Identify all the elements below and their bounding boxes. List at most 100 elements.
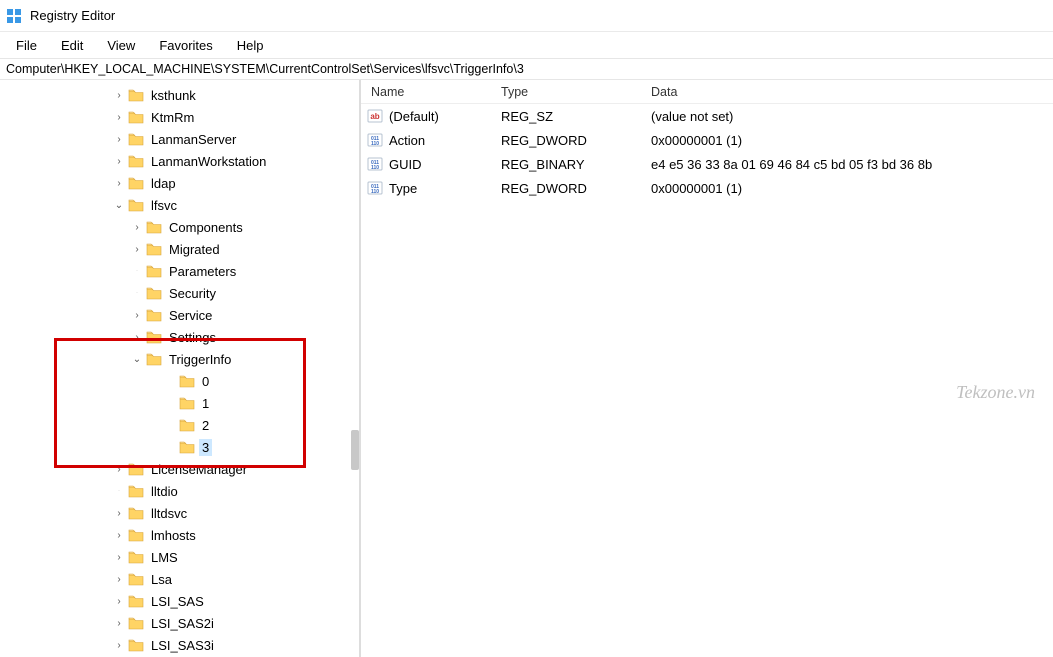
value-name: Action [389,133,501,148]
tree-item-lsi-sas3i[interactable]: › LSI_SAS3i [0,634,359,656]
tree-item-lanmanworkstation[interactable]: › LanmanWorkstation [0,150,359,172]
value-type: REG_DWORD [501,133,651,148]
folder-icon [179,440,195,454]
expander-icon[interactable]: › [112,530,126,541]
menu-view[interactable]: View [97,35,145,56]
tree-item-label: Lsa [148,571,175,588]
tree-item-lsa[interactable]: › Lsa [0,568,359,590]
expander-icon: · [130,268,144,274]
folder-icon [128,462,144,476]
expander-icon[interactable]: › [112,134,126,145]
tree-item-settings[interactable]: ›Settings [0,326,359,348]
list-pane[interactable]: Name Type Data (Default)REG_SZ(value not… [360,80,1053,657]
tree-item-lsi-sas[interactable]: › LSI_SAS [0,590,359,612]
folder-icon [128,550,144,564]
tree-item-service[interactable]: › Service [0,304,359,326]
folder-icon [128,88,144,102]
tree-item-lms[interactable]: › LMS [0,546,359,568]
expander-icon[interactable]: › [112,618,126,629]
col-header-name[interactable]: Name [361,85,501,99]
expander-icon: · [130,290,144,296]
tree-pane[interactable]: ›ksthunk›KtmRm›LanmanServer›LanmanWorkst… [0,80,360,657]
menu-file[interactable]: File [6,35,47,56]
string-value-icon [367,108,383,124]
expander-icon[interactable]: › [112,552,126,563]
folder-icon [179,396,195,410]
value-name: GUID [389,157,501,172]
tree-item-lsi-sas2i[interactable]: ›LSI_SAS2i [0,612,359,634]
binary-value-icon [367,180,383,196]
expander-icon[interactable]: › [112,156,126,167]
tree-item-2[interactable]: 2 [0,414,359,436]
tree-item-ldap[interactable]: ›ldap [0,172,359,194]
expander-icon[interactable]: › [130,310,144,321]
titlebar: Registry Editor [0,0,1053,32]
expander-icon[interactable]: › [130,222,144,233]
menu-help[interactable]: Help [227,35,274,56]
tree-item-ktmrm[interactable]: › KtmRm [0,106,359,128]
expander-icon: · [112,488,126,494]
tree-item-lltdsvc[interactable]: ›lltdsvc [0,502,359,524]
binary-value-icon [367,132,383,148]
tree-item-3[interactable]: 3 [0,436,359,458]
col-header-type[interactable]: Type [501,85,651,99]
tree-item-lmhosts[interactable]: ›lmhosts [0,524,359,546]
value-name: Type [389,181,501,196]
scrollbar-thumb[interactable] [351,430,359,470]
expander-icon[interactable]: › [130,332,144,343]
expander-icon[interactable]: › [112,464,126,475]
value-type: REG_SZ [501,109,651,124]
tree-item-label: LSI_SAS [148,593,207,610]
folder-icon [128,132,144,146]
value-row[interactable]: GUIDREG_BINARYe4 e5 36 33 8a 01 69 46 84… [361,152,1053,176]
value-row[interactable]: ActionREG_DWORD0x00000001 (1) [361,128,1053,152]
expander-icon[interactable]: › [112,596,126,607]
tree-item-0[interactable]: 0 [0,370,359,392]
tree-item-label: 3 [199,439,212,456]
tree-item-lanmanserver[interactable]: ›LanmanServer [0,128,359,150]
col-header-data[interactable]: Data [651,85,1053,99]
folder-icon [128,110,144,124]
expander-icon[interactable]: › [112,508,126,519]
tree-item-licensemanager[interactable]: ›LicenseManager [0,458,359,480]
tree-item-security[interactable]: ·Security [0,282,359,304]
tree-item-lltdio[interactable]: ·lltdio [0,480,359,502]
list-header: Name Type Data [361,80,1053,104]
tree-item-components[interactable]: ›Components [0,216,359,238]
folder-icon [146,264,162,278]
binary-value-icon [367,156,383,172]
tree-item-label: LMS [148,549,181,566]
expander-icon[interactable]: › [112,112,126,123]
tree-item-label: LSI_SAS3i [148,637,217,654]
tree-item-parameters[interactable]: ·Parameters [0,260,359,282]
tree-item-label: LanmanWorkstation [148,153,269,170]
tree-item-lfsvc[interactable]: ⌄lfsvc [0,194,359,216]
folder-icon [146,352,162,366]
tree-item-migrated[interactable]: ›Migrated [0,238,359,260]
tree-item-ksthunk[interactable]: ›ksthunk [0,84,359,106]
tree-item-label: Service [166,307,215,324]
expander-icon[interactable]: › [112,178,126,189]
tree-item-label: KtmRm [148,109,197,126]
expander-icon[interactable]: ⌄ [112,200,126,211]
folder-icon [128,572,144,586]
folder-icon [128,528,144,542]
folder-icon [128,198,144,212]
menu-favorites[interactable]: Favorites [149,35,222,56]
tree-item-1[interactable]: 1 [0,392,359,414]
value-row[interactable]: TypeREG_DWORD0x00000001 (1) [361,176,1053,200]
expander-icon[interactable]: › [112,640,126,651]
menubar: File Edit View Favorites Help [0,32,1053,58]
menu-edit[interactable]: Edit [51,35,93,56]
expander-icon[interactable]: › [130,244,144,255]
address-bar[interactable]: Computer\HKEY_LOCAL_MACHINE\SYSTEM\Curre… [0,58,1053,80]
expander-icon[interactable]: › [112,90,126,101]
tree-item-triggerinfo[interactable]: ⌄TriggerInfo [0,348,359,370]
folder-icon [128,176,144,190]
expander-icon[interactable]: › [112,574,126,585]
window-title: Registry Editor [30,8,115,23]
expander-icon[interactable]: ⌄ [130,354,144,365]
address-path: Computer\HKEY_LOCAL_MACHINE\SYSTEM\Curre… [6,62,524,76]
value-row[interactable]: (Default)REG_SZ(value not set) [361,104,1053,128]
value-name: (Default) [389,109,501,124]
